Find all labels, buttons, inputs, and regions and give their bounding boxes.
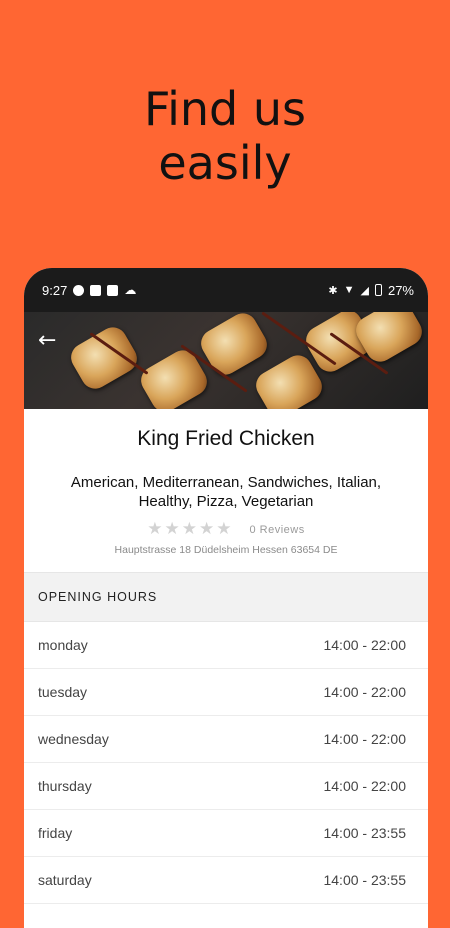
signal-icon: ◢ <box>360 284 369 297</box>
hours-day: friday <box>38 825 73 841</box>
hours-day: thursday <box>38 778 92 794</box>
hours-row: saturday 14:00 - 23:55 <box>24 857 428 904</box>
status-bar: 9:27 ☁ ✱ ▼ ◢ 27% <box>24 268 428 312</box>
hours-day: wednesday <box>38 731 109 747</box>
notification-app-icon <box>90 284 102 296</box>
news-icon <box>107 284 119 296</box>
wifi-icon: ▼ <box>343 284 355 296</box>
rating-row: ★ ★ ★ ★ ★ 0 Reviews <box>24 521 428 538</box>
hours-time: 14:00 - 22:00 <box>323 637 406 653</box>
restaurant-name: King Fried Chicken <box>137 427 315 450</box>
restaurant-address: Hauptstrasse 18 Düdelsheim Hessen 63654 … <box>114 544 338 556</box>
hours-time: 14:00 - 23:55 <box>323 872 406 888</box>
back-arrow-icon[interactable]: ← <box>38 330 56 352</box>
hours-time: 14:00 - 22:00 <box>323 731 406 747</box>
review-count[interactable]: 0 Reviews <box>250 524 305 536</box>
hours-time: 14:00 - 22:00 <box>323 684 406 700</box>
hours-row: monday 14:00 - 22:00 <box>24 622 428 669</box>
battery-icon <box>374 284 382 296</box>
headline-line-1: Find us <box>144 82 306 136</box>
restaurant-hero-image: ← <box>24 312 428 409</box>
spotify-icon <box>73 284 85 296</box>
star-icon: ★ <box>164 519 180 539</box>
hours-row: tuesday 14:00 - 22:00 <box>24 669 428 716</box>
headline-line-2: easily <box>158 136 292 190</box>
hours-time: 14:00 - 23:55 <box>323 825 406 841</box>
cloud-icon: ☁ <box>124 283 137 297</box>
hours-day: tuesday <box>38 684 88 700</box>
star-icon: ★ <box>216 519 232 539</box>
hours-row: thursday 14:00 - 22:00 <box>24 763 428 810</box>
bluetooth-icon: ✱ <box>328 284 338 297</box>
star-icon: ★ <box>147 519 163 539</box>
hours-day: saturday <box>38 872 92 888</box>
star-icon: ★ <box>181 519 197 539</box>
hours-day: monday <box>38 637 88 653</box>
restaurant-cuisines: American, Mediterranean, Sandwiches, Ita… <box>70 474 382 510</box>
hours-row: wednesday 14:00 - 22:00 <box>24 716 428 763</box>
opening-hours-header: OPENING HOURS <box>24 572 428 622</box>
hours-time: 14:00 - 22:00 <box>323 778 406 794</box>
battery-percent: 27% <box>387 282 414 298</box>
star-icon: ★ <box>199 519 215 539</box>
phone-screen: 9:27 ☁ ✱ ▼ ◢ 27% ← King Fried Chicken Am… <box>24 268 428 928</box>
status-time: 9:27 <box>42 282 68 298</box>
promo-headline: Find us easily <box>0 82 450 190</box>
hours-row: friday 14:00 - 23:55 <box>24 810 428 857</box>
